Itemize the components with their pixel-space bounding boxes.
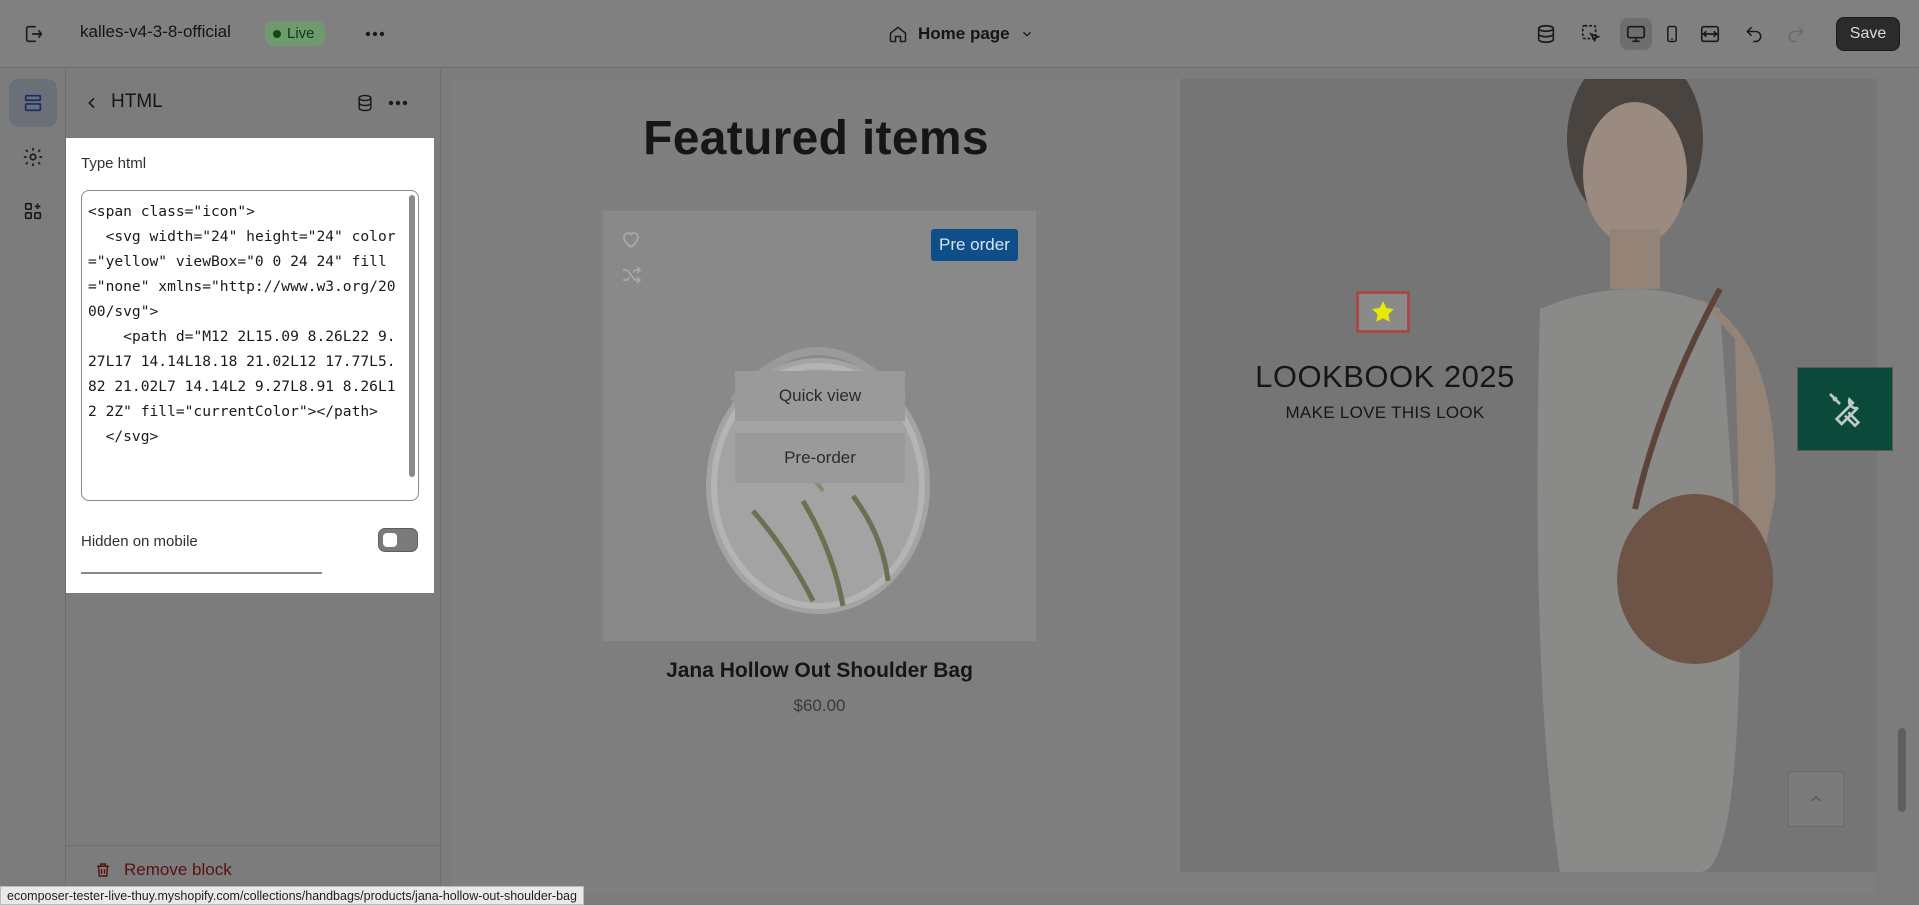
panel-title: HTML (111, 91, 163, 112)
preview-scrollbar[interactable] (1898, 728, 1906, 812)
model-photo (1180, 79, 1877, 872)
product-price: $60.00 (793, 696, 846, 715)
left-icon-rail (0, 69, 66, 905)
panel-more-icon[interactable] (384, 90, 412, 116)
inspector-select-icon[interactable] (1575, 18, 1607, 50)
pre-order-button[interactable]: Pre-order (735, 433, 905, 483)
remove-block-label: Remove block (124, 860, 232, 879)
hidden-on-mobile-label: Hidden on mobile (81, 533, 198, 550)
chevron-up-icon (1810, 795, 1822, 802)
lookbook-banner[interactable]: LOOKBOOK 2025 MAKE LOVE THIS LOOK (1180, 79, 1877, 872)
type-html-label: Type html (81, 155, 147, 172)
undo-icon[interactable] (1738, 18, 1770, 50)
chevron-down-icon (1022, 31, 1031, 37)
code-editor-scrollbar[interactable] (409, 195, 415, 477)
trash-icon (97, 863, 109, 877)
product-image[interactable]: Pre order Quick view Pre-order (603, 211, 1036, 641)
html-code-editor[interactable]: <span class="icon"> <svg width="24" heig… (81, 190, 419, 501)
page-selector[interactable]: Home page (888, 20, 1034, 48)
card-divider (81, 572, 322, 574)
back-to-top-button[interactable] (1788, 771, 1844, 827)
hidden-on-mobile-toggle[interactable] (378, 528, 418, 552)
exit-icon[interactable] (18, 20, 50, 48)
html-settings-card: Type html <span class="icon"> <svg width… (66, 138, 434, 593)
database-sync-icon[interactable] (1530, 18, 1562, 50)
pre-order-badge: Pre order (931, 229, 1018, 261)
wrench-screwdriver-icon (1829, 393, 1861, 428)
redo-icon[interactable] (1780, 18, 1812, 50)
settings-gear-icon[interactable] (9, 133, 57, 181)
preview-canvas[interactable]: Featured items Pre order Quick view Pre-… (452, 79, 1877, 894)
lookbook-title: LOOKBOOK 2025 (1255, 359, 1515, 394)
live-label: Live (287, 25, 315, 42)
remove-block-button[interactable]: Remove block (94, 860, 232, 880)
product-card[interactable]: Pre order Quick view Pre-order Jana Holl… (603, 211, 1036, 730)
live-dot-icon (273, 29, 281, 38)
tools-floating-button[interactable] (1797, 367, 1893, 451)
star-icon (1372, 301, 1394, 322)
fullwidth-view-icon[interactable] (1694, 18, 1726, 50)
desktop-view-icon[interactable] (1620, 18, 1652, 50)
dynamic-source-icon[interactable] (352, 90, 378, 116)
live-badge: Live (265, 21, 325, 46)
panel-header: HTML (66, 69, 441, 137)
home-icon (889, 26, 907, 43)
wishlist-heart-icon[interactable] (619, 227, 643, 251)
save-button[interactable]: Save (1836, 17, 1900, 51)
html-code-text[interactable]: <span class="icon"> <svg width="24" heig… (88, 199, 398, 449)
block-settings-panel: HTML Type html <span class="icon"> <svg … (66, 69, 441, 905)
featured-items-title: Featured items (643, 112, 989, 165)
store-name: kalles-v4-3-8-official (80, 22, 231, 41)
mobile-view-icon[interactable] (1656, 18, 1688, 50)
editor-topbar: kalles-v4-3-8-official Live Home page Sa… (0, 0, 1919, 68)
back-chevron-icon[interactable] (80, 91, 104, 115)
sections-icon[interactable] (9, 79, 57, 127)
more-options-icon[interactable] (360, 20, 390, 48)
link-status-bar: ecomposer-tester-live-thuy.myshopify.com… (0, 886, 584, 905)
lookbook-subtitle: MAKE LOVE THIS LOOK (1285, 403, 1485, 422)
page-selector-label: Home page (918, 24, 1010, 43)
toggle-knob (383, 533, 397, 547)
compare-shuffle-icon[interactable] (619, 263, 643, 287)
apps-icon[interactable] (9, 187, 57, 235)
product-name[interactable]: Jana Hollow Out Shoulder Bag (603, 659, 1036, 683)
quick-view-button[interactable]: Quick view (735, 371, 905, 421)
star-icon-frame[interactable] (1356, 291, 1410, 333)
